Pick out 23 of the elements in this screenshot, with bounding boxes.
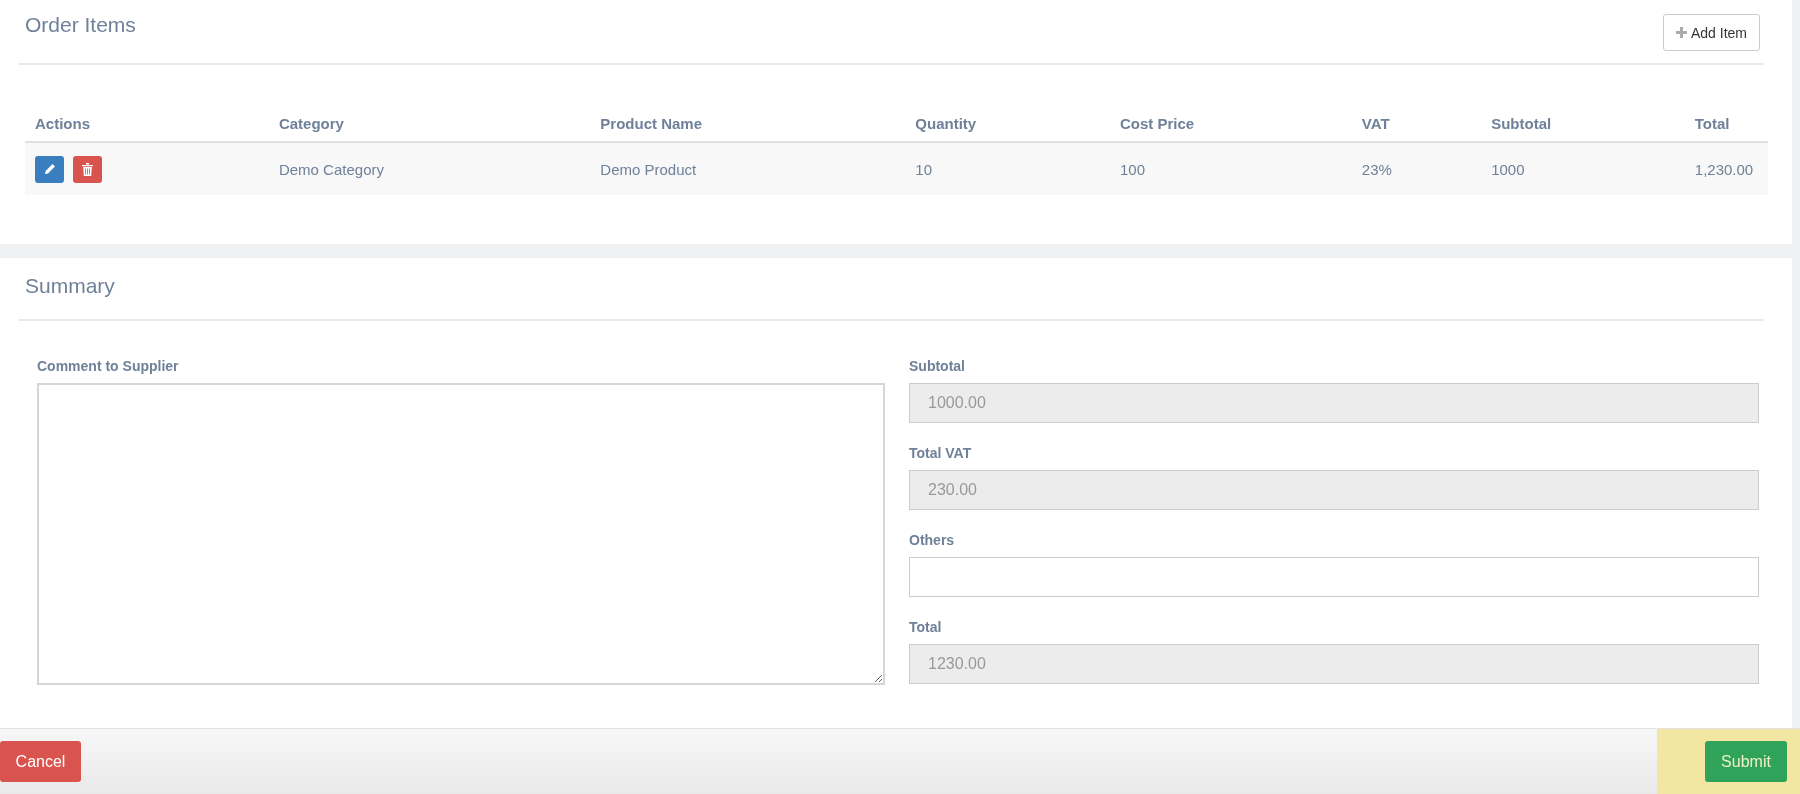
section-title: Order Items <box>25 13 136 37</box>
cancel-button[interactable]: Cancel <box>0 741 81 782</box>
field-label: Total VAT <box>909 445 973 461</box>
table-cell: 23% <box>1351 142 1482 195</box>
add-item-button[interactable]: Add Item <box>1662 14 1760 51</box>
field-label: Total <box>909 619 943 635</box>
field-label: Others <box>909 532 956 548</box>
trash-icon <box>82 162 93 176</box>
table-cell: Demo Category <box>268 142 591 195</box>
pencil-icon <box>43 163 56 175</box>
section-title: Summary <box>24 273 116 299</box>
plus-icon <box>1675 27 1687 38</box>
table-cell: 1,230.00 <box>1684 142 1768 195</box>
field-label: Subtotal <box>909 358 966 374</box>
submit-button[interactable]: Submit <box>1705 741 1787 782</box>
field-label: Comment to Supplier <box>37 358 180 374</box>
table-cell: 10 <box>905 142 1110 195</box>
table-cell: 1000 <box>1481 142 1685 195</box>
edit-button[interactable] <box>35 155 64 183</box>
table-cell: 100 <box>1110 142 1352 195</box>
input-field[interactable] <box>909 557 1759 597</box>
table-cell: Demo Product <box>590 142 906 195</box>
delete-button[interactable] <box>73 155 102 183</box>
